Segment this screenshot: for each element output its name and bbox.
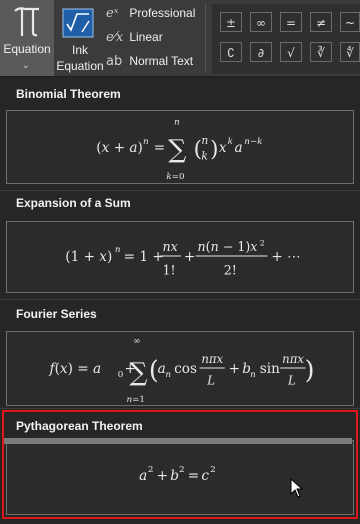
svg-text:a: a [234,140,242,156]
gallery-item-title: Fourier Series [16,307,97,321]
svg-text:f(x) = a: f(x) = a [49,361,102,377]
normal-text-button[interactable]: ab Normal Text [106,54,202,74]
svg-text:cos: cos [174,361,197,377]
svg-text:+ ⋯: + ⋯ [271,249,300,265]
complement-symbol[interactable]: ∁ [220,42,242,62]
svg-text:n=1: n=1 [126,395,145,405]
infinity-symbol[interactable]: ∞ [250,12,272,32]
equation-preview[interactable]: (1 + x) n = 1 + nx 1! + n(n − 1)x 2 2! +… [6,221,354,293]
plus-minus-symbol[interactable]: ± [220,12,242,32]
not-equal-symbol[interactable]: ≠ [310,12,332,32]
professional-button[interactable]: eˣ Professional [106,6,202,26]
svg-text:n: n [143,137,149,147]
equation-preview[interactable]: (x + a) n = ∑ n k=0 ( n k ) x k a n−k [6,110,354,184]
cube-root-symbol[interactable]: ∛ [310,42,332,62]
svg-text:): ) [305,356,315,385]
svg-text:∑: ∑ [168,135,186,164]
gallery-item-binomial-theorem[interactable]: Binomial Theorem (x + a) n = ∑ n k=0 ( n… [0,77,360,190]
selection-outline [2,410,358,519]
equation-gallery: Binomial Theorem (x + a) n = ∑ n k=0 ( n… [0,77,360,524]
svg-text:L: L [287,374,296,388]
gallery-item-fourier-series[interactable]: Fourier Series f(x) = a 0 + ∑ ∞ n=1 ( a … [0,300,360,408]
equation-label: Equation [3,42,51,56]
svg-text:(x + a): (x + a) [96,140,143,156]
pi-icon [14,7,39,37]
svg-text:n−k: n−k [244,137,262,147]
svg-text:nx: nx [163,239,178,254]
gallery-item-expansion-of-a-sum[interactable]: Expansion of a Sum (1 + x) n = 1 + nx 1!… [0,191,360,299]
linear-button[interactable]: e⁄x Linear [106,30,202,50]
svg-text:=: = [154,140,165,156]
svg-text:k=0: k=0 [166,172,184,182]
svg-text:(1 + x): (1 + x) [65,249,112,265]
fourth-root-symbol[interactable]: ∜ [340,42,360,62]
svg-text:= 1 +: = 1 + [124,249,164,265]
ink-equation-icon [62,8,94,38]
svg-text:x: x [219,140,227,156]
gallery-item-title: Binomial Theorem [16,87,121,101]
svg-text:k: k [201,150,207,163]
svg-text:n: n [174,118,180,128]
svg-text:1!: 1! [163,263,176,278]
svg-text:0: 0 [118,370,124,380]
svg-text:2: 2 [260,238,265,247]
svg-text:): ) [210,137,218,162]
svg-text:k: k [228,137,233,147]
equation-preview[interactable]: f(x) = a 0 + ∑ ∞ n=1 ( a n cos nπx L + b… [6,331,354,406]
normal-text-icon: ab [106,54,123,69]
professional-label: Professional [129,6,196,20]
normal-text-label: Normal Text [129,54,194,68]
svg-text:+: + [229,361,240,377]
linear-icon: e⁄x [106,30,124,45]
fourier-series-equation: f(x) = a 0 + ∑ ∞ n=1 ( a n cos nπx L + b… [49,337,315,405]
equals-symbol[interactable]: = [280,12,302,32]
tilde-symbol[interactable]: ~ [340,12,360,32]
svg-text:n: n [115,245,121,255]
svg-text:L: L [206,374,215,388]
symbol-gallery: ± ∞ = ≠ ~ ∁ ∂ √ ∛ ∜ [212,4,360,74]
svg-text:nπx: nπx [201,352,223,366]
svg-text:2!: 2! [224,263,237,278]
svg-text:∑: ∑ [129,358,147,387]
ribbon-separator [205,4,206,72]
binomial-theorem-equation: (x + a) n = ∑ n k=0 ( n k ) x k a n−k [96,118,262,182]
svg-text:n: n [165,370,171,380]
partial-symbol[interactable]: ∂ [250,42,272,62]
svg-text:n: n [250,370,256,380]
chevron-down-icon: ⌄ [22,60,30,70]
ink-equation-button[interactable]: Ink Equation [56,0,104,76]
svg-text:∞: ∞ [133,337,140,347]
gallery-divider [0,408,360,409]
ink-label: Ink [71,43,88,57]
svg-text:n: n [201,134,208,147]
equation-ribbon: Equation ⌄ Ink Equation eˣ Professional … [0,0,360,77]
ink-label-2: Equation [56,59,104,73]
svg-text:nπx: nπx [282,352,304,366]
svg-text:n(n − 1)x: n(n − 1)x [198,239,258,254]
linear-label: Linear [129,30,163,44]
mouse-pointer-icon [290,478,304,498]
svg-text:sin: sin [260,361,280,377]
insert-equation-button[interactable]: Equation ⌄ [0,0,54,76]
expansion-of-a-sum-equation: (1 + x) n = 1 + nx 1! + n(n − 1)x 2 2! +… [65,238,300,278]
gallery-item-title: Expansion of a Sum [16,196,131,210]
square-root-symbol[interactable]: √ [280,42,302,62]
svg-text:+: + [184,249,195,265]
professional-icon: eˣ [106,6,119,21]
